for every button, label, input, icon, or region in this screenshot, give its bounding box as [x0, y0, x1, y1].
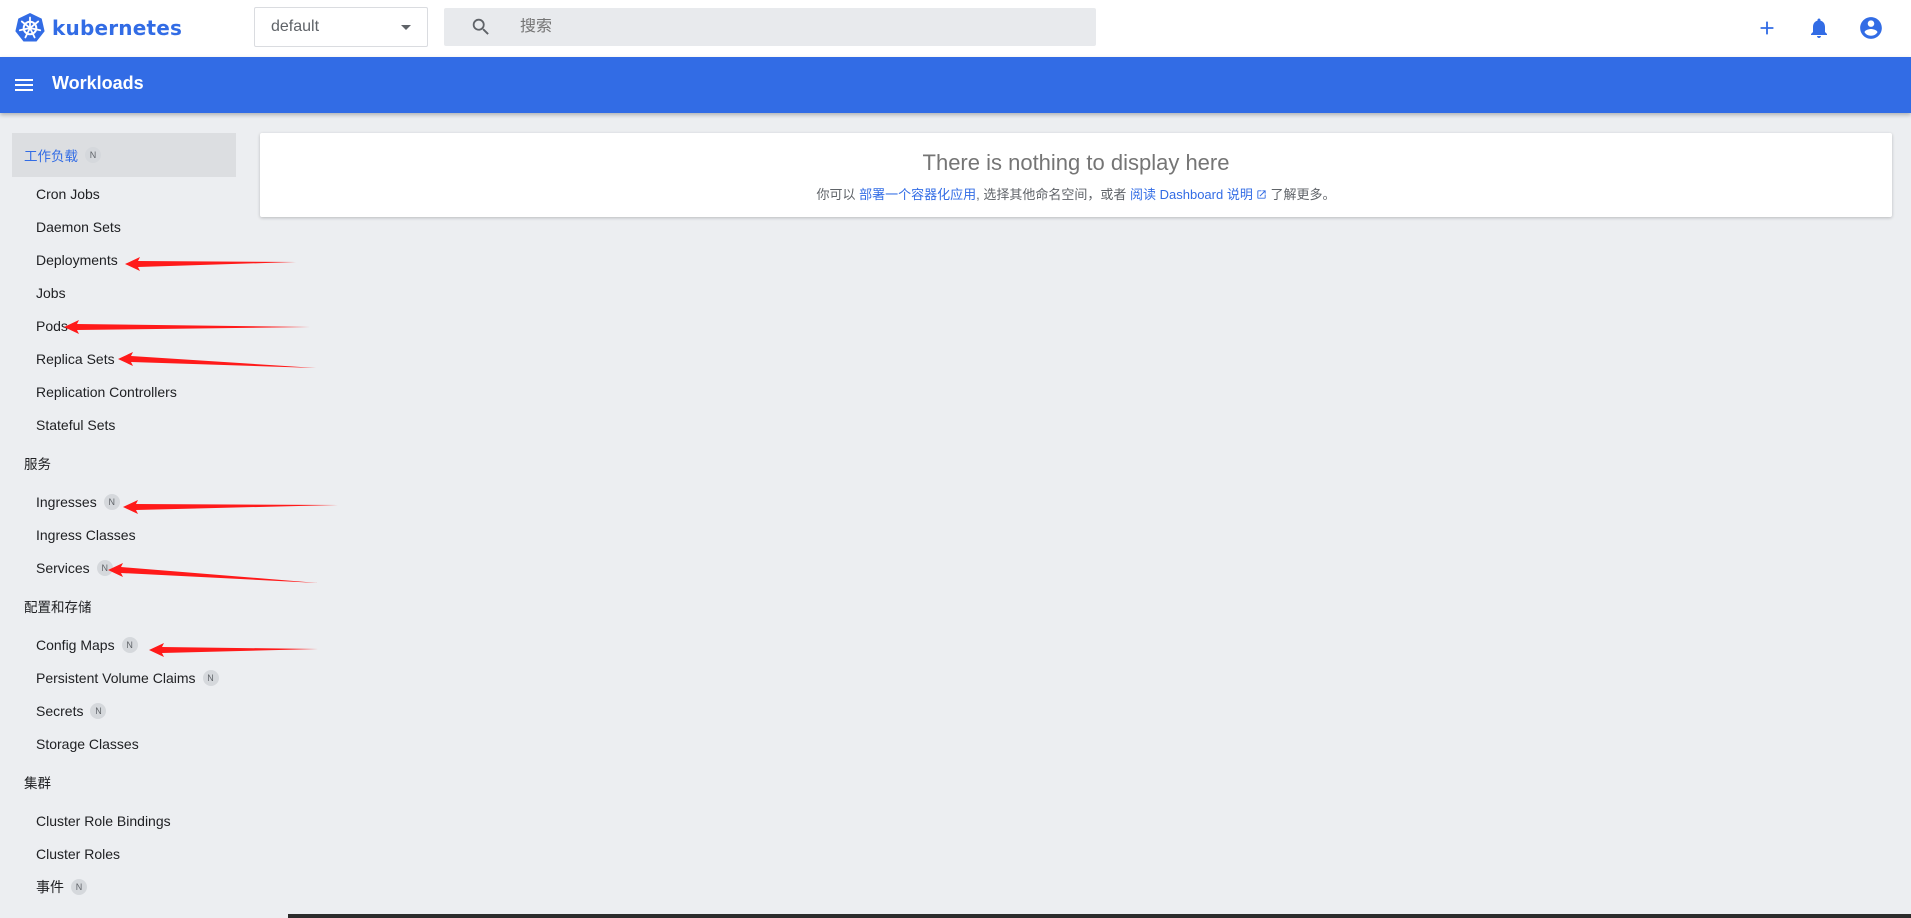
sidebar-section-config-storage[interactable]: 配置和存储	[12, 584, 236, 628]
sidebar-nav: 工作负载 N Cron Jobs Daemon Sets Deployments…	[12, 133, 236, 903]
empty-state-title: There is nothing to display here	[922, 150, 1230, 175]
brand-name: kubernetes	[52, 16, 183, 40]
sidebar-section-label: 配置和存储	[24, 600, 92, 615]
sidebar-item-replica-sets[interactable]: Replica Sets	[12, 342, 236, 375]
brand[interactable]: kubernetes	[14, 12, 182, 44]
namespaced-badge: N	[85, 147, 101, 163]
account-icon[interactable]	[1857, 14, 1885, 42]
namespace-select[interactable]: default	[254, 7, 428, 47]
sidebar-item-stateful-sets[interactable]: Stateful Sets	[12, 408, 236, 441]
namespaced-badge: N	[90, 702, 107, 719]
namespace-value: default	[271, 18, 320, 35]
sidebar-item-jobs[interactable]: Jobs	[12, 276, 236, 309]
sidebar-item-cron-jobs[interactable]: Cron Jobs	[12, 177, 236, 210]
sidebar-item-pods[interactable]: Pods	[12, 309, 236, 342]
caret-down-icon	[401, 25, 411, 30]
open-in-new-icon	[1257, 190, 1266, 199]
sidebar-item-deployments[interactable]: Deployments	[12, 243, 236, 276]
sidebar-item-config-maps[interactable]: Config Maps N	[12, 628, 236, 661]
namespaced-badge: N	[121, 636, 138, 653]
namespaced-badge: N	[103, 493, 120, 510]
empty-state-card: There is nothing to display here 你可以 部署一…	[260, 133, 1892, 217]
namespaced-badge: N	[202, 669, 219, 686]
sidebar-item-replication-controllers[interactable]: Replication Controllers	[12, 375, 236, 408]
sidebar-section-workloads[interactable]: 工作负载 N	[12, 133, 236, 177]
namespaced-badge: N	[96, 559, 113, 576]
sidebar-item-events[interactable]: 事件 N	[12, 870, 236, 903]
search-bar	[444, 8, 1096, 46]
sidebar-item-cluster-roles[interactable]: Cluster Roles	[12, 837, 236, 870]
sidebar-item-services[interactable]: Services N	[12, 551, 236, 584]
empty-state-message: 你可以 部署一个容器化应用, 选择其他命名空间，或者 阅读 Dashboard …	[816, 187, 1336, 202]
menu-icon[interactable]	[12, 73, 36, 97]
notifications-icon[interactable]	[1805, 14, 1833, 42]
sidebar-section-label: 工作负载	[24, 149, 78, 164]
namespaced-badge: N	[71, 878, 87, 895]
kubernetes-logo-icon	[15, 13, 45, 42]
top-actions	[1753, 14, 1885, 42]
deploy-app-link[interactable]: 部署一个容器化应用	[859, 187, 976, 202]
search-icon	[472, 18, 489, 35]
sidebar-section-cluster[interactable]: 集群	[12, 760, 236, 804]
dashboard-docs-link[interactable]: 阅读 Dashboard 说明	[1130, 187, 1267, 202]
title-bar: Workloads	[0, 57, 1911, 113]
sidebar-section-label: 集群	[24, 776, 51, 791]
search-input[interactable]	[520, 18, 1080, 36]
sidebar-section-label: 服务	[24, 457, 51, 472]
bottom-edge	[288, 914, 1911, 918]
sidebar-item-cluster-role-bindings[interactable]: Cluster Role Bindings	[12, 804, 236, 837]
add-icon[interactable]	[1753, 14, 1781, 42]
sidebar-item-ingresses[interactable]: Ingresses N	[12, 485, 236, 518]
sidebar-item-storage-classes[interactable]: Storage Classes	[12, 727, 236, 760]
sidebar-item-persistent-volume-claims[interactable]: Persistent Volume Claims N	[12, 661, 236, 694]
sidebar-section-service[interactable]: 服务	[12, 441, 236, 485]
top-bar: kubernetes default	[0, 0, 1911, 57]
sidebar-item-daemon-sets[interactable]: Daemon Sets	[12, 210, 236, 243]
sidebar-item-ingress-classes[interactable]: Ingress Classes	[12, 518, 236, 551]
sidebar-item-secrets[interactable]: Secrets N	[12, 694, 236, 727]
page-title: Workloads	[52, 73, 144, 93]
